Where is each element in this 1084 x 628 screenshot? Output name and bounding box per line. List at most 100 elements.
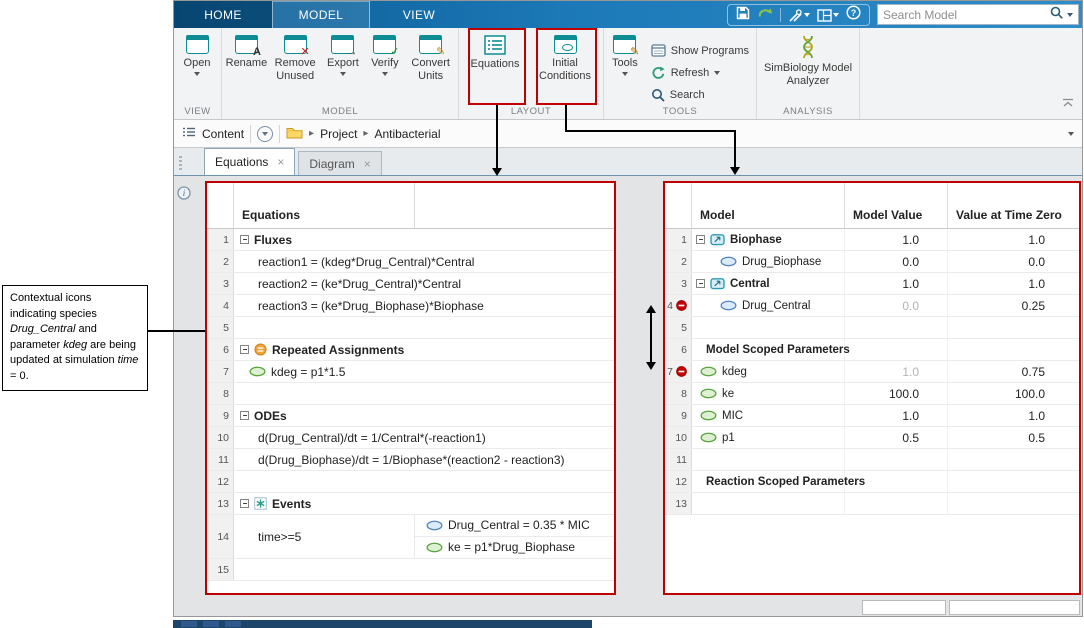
tools-dropdown-caret <box>621 71 628 76</box>
verify-button[interactable]: ✓ Verify <box>365 32 404 76</box>
equations-row-kdeg[interactable]: 7 kdeg = p1*1.5 <box>207 361 614 383</box>
model-row-reaction-scoped-parameters[interactable]: 12 Reaction Scoped Parameters <box>665 471 1079 493</box>
equations-column-header[interactable]: Equations <box>234 183 415 228</box>
tab-view[interactable]: VIEW <box>370 1 468 29</box>
row-number: 6 <box>681 343 687 356</box>
breadcrumb-arrow-icon[interactable]: ▸ <box>363 128 368 139</box>
value-at-time-zero-column-header[interactable]: Value at Time Zero <box>948 183 1079 228</box>
ribbon-section-analysis: SimBiology Model Analyzer ANALYSIS <box>757 28 860 119</box>
tools-button-icon: ✎ <box>613 35 639 58</box>
breadcrumb-arrow-icon[interactable]: ▸ <box>309 128 314 139</box>
equations-label: Equations <box>470 58 520 70</box>
screenshot-root: Contextual icons indicating species Drug… <box>0 0 1084 628</box>
content-button[interactable]: Content <box>202 127 244 141</box>
breadcrumb-model[interactable]: Antibacterial <box>374 127 440 141</box>
close-icon[interactable]: × <box>277 156 284 168</box>
doc-tab-diagram[interactable]: Diagram × <box>298 151 382 175</box>
model-row-drug-biophase[interactable]: 2 Drug_Biophase 0.0 0.0 <box>665 251 1079 273</box>
info-icon[interactable]: i <box>177 186 191 205</box>
equations-row-empty[interactable]: 15 <box>207 559 614 581</box>
model-row-empty[interactable]: 5 <box>665 317 1079 339</box>
expander-icon[interactable] <box>696 279 705 288</box>
equations-row-odes[interactable]: 9 ODEs <box>207 405 614 427</box>
export-icon: → <box>331 35 357 58</box>
row-number: 12 <box>217 475 229 488</box>
equations-row-event-time[interactable]: 14 time>=5 Drug_Central = 0.35 * MIC ke … <box>207 515 614 559</box>
equations-row-events[interactable]: 13 Events <box>207 493 614 515</box>
recent-folders-icon[interactable] <box>257 125 274 142</box>
model-row-drug-central[interactable]: 4 Drug_Central 0.0 0.25 <box>665 295 1079 317</box>
content-area: i Equations 1 Fluxes 2 reaction1 = (kdeg… <box>174 176 1082 616</box>
search-input[interactable] <box>883 7 1046 22</box>
equations-row-ode2[interactable]: 11 d(Drug_Biophase)/dt = 1/Biophase*(rea… <box>207 449 614 471</box>
event-assignment-drug-central: Drug_Central = 0.35 * MIC <box>415 515 614 537</box>
address-dropdown-caret[interactable] <box>1068 131 1074 136</box>
row-number: 7 <box>667 365 673 378</box>
close-icon[interactable]: × <box>364 158 371 170</box>
model-row-biophase[interactable]: 1 Biophase 1.0 1.0 <box>665 229 1079 251</box>
layout-icon[interactable] <box>817 8 839 22</box>
help-icon[interactable]: ? <box>846 5 861 25</box>
tab-model[interactable]: MODEL <box>272 1 370 29</box>
model-column-header[interactable]: Model <box>692 183 845 228</box>
expander-icon[interactable] <box>696 235 705 244</box>
undo-icon[interactable] <box>757 6 773 24</box>
equations-row-empty[interactable]: 12 <box>207 471 614 493</box>
app-window: HOME MODEL VIEW ? Search Model Open VIEW… <box>173 0 1083 617</box>
model-value-column-header[interactable]: Model Value <box>845 183 948 228</box>
double-arrow-down-head <box>645 362 656 370</box>
equations-row-reaction2[interactable]: 3 reaction2 = (ke*Drug_Central)*Central <box>207 273 614 295</box>
model-row-model-scoped-parameters[interactable]: 6 Model Scoped Parameters <box>665 339 1079 361</box>
model-row-p1[interactable]: 10 p1 0.5 0.5 <box>665 427 1079 449</box>
row-number: 10 <box>675 431 687 444</box>
initial-conditions-button[interactable]: Initial Conditions <box>536 32 594 82</box>
equations-row-reaction1[interactable]: 2 reaction1 = (kdeg*Drug_Central)*Centra… <box>207 251 614 273</box>
refresh-button[interactable]: Refresh <box>647 63 753 82</box>
doc-tab-diagram-label: Diagram <box>309 156 355 171</box>
export-button[interactable]: → Export <box>322 32 363 76</box>
breadcrumb-project[interactable]: Project <box>320 127 357 141</box>
equations-button[interactable]: Equations <box>468 32 522 71</box>
tab-home[interactable]: HOME <box>174 1 272 29</box>
equations-row-ode1[interactable]: 10 d(Drug_Central)/dt = 1/Central*(-reac… <box>207 427 614 449</box>
model-panel-header: Model Model Value Value at Time Zero <box>665 183 1079 229</box>
equations-row-repeated-assignments[interactable]: 6 Repeated Assignments <box>207 339 614 361</box>
collapse-ribbon-icon[interactable] <box>1062 95 1074 113</box>
search-button[interactable]: Search <box>647 85 753 104</box>
tools-icon[interactable] <box>788 8 810 23</box>
rename-button[interactable]: A Rename <box>225 32 268 70</box>
show-programs-icon <box>651 44 666 57</box>
equations-row-empty[interactable]: 8 <box>207 383 614 405</box>
model-row-kdeg[interactable]: 7 kdeg 1.0 0.75 <box>665 361 1079 383</box>
equations-row-reaction3[interactable]: 4 reaction3 = (ke*Drug_Biophase)*Biophas… <box>207 295 614 317</box>
expander-icon[interactable] <box>240 235 249 244</box>
save-icon[interactable] <box>736 6 750 25</box>
expander-icon[interactable] <box>240 345 249 354</box>
ribbon: Open VIEW A Rename ✕ Remove Unused → Exp… <box>174 28 1082 120</box>
equations-row-fluxes[interactable]: 1 Fluxes <box>207 229 614 251</box>
export-label: Export <box>327 57 359 69</box>
simbiology-analyzer-button[interactable]: SimBiology Model Analyzer <box>762 32 854 87</box>
event-icon <box>254 497 267 510</box>
model-row-ke[interactable]: 8 ke 100.0 100.0 <box>665 383 1079 405</box>
titlebar: HOME MODEL VIEW ? <box>174 1 1082 29</box>
equations-row-empty[interactable]: 5 <box>207 317 614 339</box>
search-options-caret[interactable] <box>1067 12 1073 17</box>
expander-icon[interactable] <box>240 499 249 508</box>
open-button[interactable]: Open <box>177 32 217 76</box>
parameter-icon <box>700 388 717 399</box>
expander-icon[interactable] <box>240 411 249 420</box>
doc-tab-equations[interactable]: Equations × <box>204 148 296 175</box>
model-row-empty[interactable]: 11 <box>665 449 1079 471</box>
folder-icon <box>286 126 303 142</box>
remove-unused-button[interactable]: ✕ Remove Unused <box>270 32 321 82</box>
tools-button[interactable]: ✎ Tools <box>607 32 643 76</box>
search-icon[interactable] <box>1050 6 1063 24</box>
model-row-empty[interactable]: 13 <box>665 493 1079 515</box>
model-row-central[interactable]: 3 Central 1.0 1.0 <box>665 273 1079 295</box>
ribbon-section-label-model: MODEL <box>321 106 359 117</box>
convert-units-button[interactable]: ✎ Convert Units <box>406 32 455 82</box>
model-row-mic[interactable]: 9 MIC 1.0 1.0 <box>665 405 1079 427</box>
row-number: 8 <box>681 387 687 400</box>
show-programs-button[interactable]: Show Programs <box>647 41 753 60</box>
